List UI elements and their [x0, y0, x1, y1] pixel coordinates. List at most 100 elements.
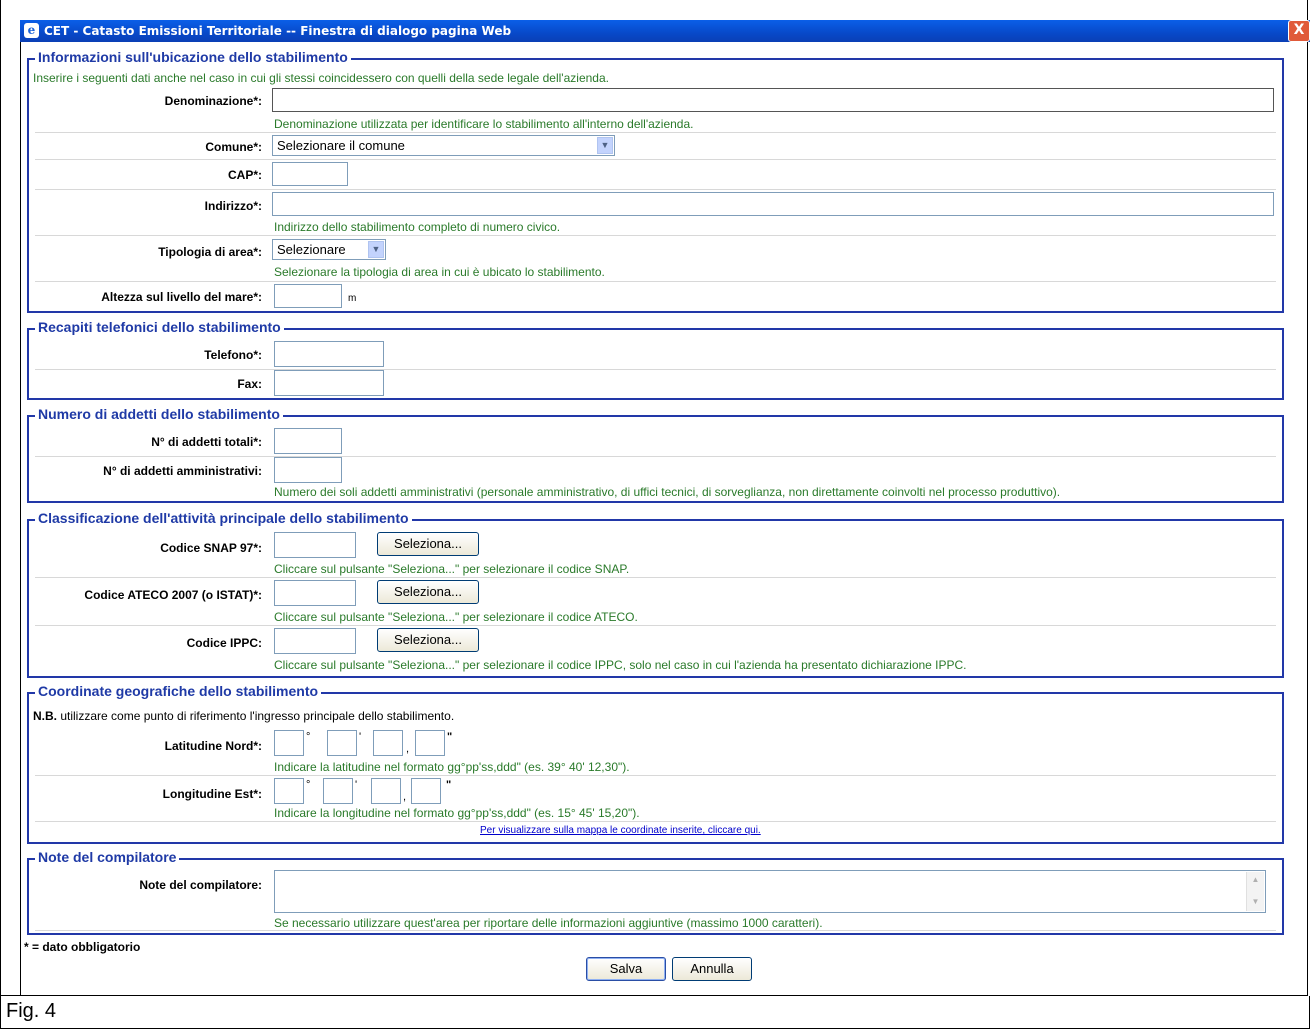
addetti-totali-input[interactable]: [274, 428, 342, 454]
scroll-up-icon[interactable]: ▲: [1247, 872, 1264, 888]
comune-select-value: Selezionare il comune: [277, 138, 405, 153]
row-fax: Fax:: [35, 369, 1276, 397]
scroll-down-icon[interactable]: ▼: [1247, 894, 1264, 910]
map-link[interactable]: Per visualizzare sulla mappa le coordina…: [480, 825, 761, 836]
row-addetti-amministrativi: N° di addetti amministrativi: Numero dei…: [35, 456, 1276, 500]
lat-minutes-input[interactable]: [327, 730, 357, 756]
lon-minute-symbol: ': [355, 779, 358, 791]
denominazione-input[interactable]: [272, 88, 1274, 112]
chevron-down-icon: ▼: [368, 241, 384, 258]
altezza-input[interactable]: [274, 284, 342, 308]
latitudine-label: Latitudine Nord*:: [164, 739, 262, 753]
coordinates-note: N.B. utilizzare come punto di riferiment…: [33, 709, 454, 723]
section-notes-legend: Note del compilatore: [35, 849, 180, 865]
snap-hint: Cliccare sul pulsante "Seleziona..." per…: [274, 562, 630, 576]
indirizzo-label: Indirizzo*:: [204, 199, 262, 213]
ateco-select-button[interactable]: Seleziona...: [377, 580, 479, 604]
fax-label: Fax:: [237, 377, 262, 391]
section-classification-legend: Classificazione dell'attività principale…: [35, 510, 412, 526]
tipologia-select-value: Selezionare: [277, 242, 346, 257]
figure-caption: Fig. 4: [0, 996, 1310, 1029]
section-location-intro: Inserire i seguenti dati anche nel caso …: [33, 71, 609, 85]
telefono-input[interactable]: [274, 341, 384, 367]
row-addetti-totali: N° di addetti totali*:: [35, 426, 1276, 457]
lat-seconds-input[interactable]: [373, 730, 403, 756]
indirizzo-hint: Indirizzo dello stabilimento completo di…: [274, 220, 561, 234]
section-classification: Classificazione dell'attività principale…: [27, 510, 1284, 678]
tipologia-select[interactable]: Selezionare ▼: [272, 239, 386, 260]
ippc-input[interactable]: [274, 628, 356, 654]
lon-minutes-input[interactable]: [323, 778, 353, 804]
altezza-label: Altezza sul livello del mare*:: [101, 290, 262, 304]
snap-input[interactable]: [274, 532, 356, 558]
section-location: Informazioni sull'ubicazione dello stabi…: [27, 49, 1284, 313]
note-textarea[interactable]: ▲ ▼: [274, 870, 1266, 913]
cancel-button[interactable]: Annulla: [672, 957, 752, 981]
longitudine-hint: Indicare la longitudine nel formato gg°p…: [274, 806, 640, 820]
row-comune: Comune*: Selezionare il comune ▼: [35, 132, 1276, 160]
telefono-label: Telefono*:: [204, 348, 262, 362]
comune-label: Comune*:: [205, 140, 262, 154]
cap-input[interactable]: [272, 162, 348, 186]
ateco-input[interactable]: [274, 580, 356, 606]
row-denominazione: Denominazione*: Denominazione utilizzata…: [35, 86, 1276, 133]
coordinates-note-text: utilizzare come punto di riferimento l'i…: [57, 709, 455, 723]
section-employees: Numero di addetti dello stabilimento N° …: [27, 406, 1284, 503]
lon-second-symbol: ": [446, 779, 452, 791]
addetti-totali-label: N° di addetti totali*:: [151, 435, 262, 449]
latitudine-hint: Indicare la latitudine nel formato gg°pp…: [274, 760, 630, 774]
lat-degrees-input[interactable]: [274, 730, 304, 756]
lat-decimal-input[interactable]: [415, 730, 445, 756]
tipologia-hint: Selezionare la tipologia di area in cui …: [274, 265, 605, 279]
ippc-select-button[interactable]: Seleziona...: [377, 628, 479, 652]
section-coordinates-legend: Coordinate geografiche dello stabiliment…: [35, 683, 322, 699]
comune-select[interactable]: Selezionare il comune ▼: [272, 135, 615, 156]
section-coordinates: Coordinate geografiche dello stabiliment…: [27, 683, 1284, 844]
ippc-label: Codice IPPC:: [186, 636, 262, 650]
longitudine-label: Longitudine Est*:: [162, 787, 262, 801]
ateco-hint: Cliccare sul pulsante "Seleziona..." per…: [274, 610, 638, 624]
row-cap: CAP*:: [35, 159, 1276, 190]
snap-label: Codice SNAP 97*:: [160, 541, 262, 555]
dialog-left-border: [20, 42, 21, 996]
lat-second-symbol: ": [447, 731, 453, 743]
lon-decimal-input[interactable]: [411, 778, 441, 804]
row-tipologia: Tipologia di area*: Selezionare ▼ Selezi…: [35, 235, 1276, 282]
note-scrollbar[interactable]: ▲ ▼: [1246, 872, 1264, 911]
indirizzo-input[interactable]: [272, 192, 1274, 216]
fax-input[interactable]: [274, 370, 384, 396]
chevron-down-icon: ▼: [597, 137, 613, 154]
row-telefono: Telefono*:: [35, 339, 1276, 370]
row-note: Note del compilatore: ▲ ▼ Se necessario …: [35, 868, 1276, 931]
lat-degree-symbol: °: [306, 731, 311, 743]
row-indirizzo: Indirizzo*: Indirizzo dello stabilimento…: [35, 189, 1276, 236]
row-ippc: Codice IPPC: Seleziona... Cliccare sul p…: [35, 625, 1276, 675]
lon-degree-symbol: °: [306, 779, 311, 791]
snap-select-button[interactable]: Seleziona...: [377, 532, 479, 556]
close-icon[interactable]: X: [1288, 20, 1310, 42]
note-label: Note del compilatore:: [139, 878, 262, 892]
required-note: * = dato obbligatorio: [24, 940, 141, 954]
save-button[interactable]: Salva: [586, 957, 666, 981]
section-employees-legend: Numero di addetti dello stabilimento: [35, 406, 283, 422]
ie-icon: e: [24, 23, 39, 38]
window-title: CET - Catasto Emissioni Territoriale -- …: [44, 24, 512, 38]
row-longitudine: Longitudine Est*: ° ' , " Indicare la lo…: [35, 775, 1276, 822]
addetti-amministrativi-hint: Numero dei soli addetti amministrativi (…: [274, 485, 1061, 499]
note-hint: Se necessario utilizzare quest'area per …: [274, 916, 823, 930]
tipologia-label: Tipologia di area*:: [158, 245, 262, 259]
lon-seconds-input[interactable]: [371, 778, 401, 804]
addetti-amministrativi-input[interactable]: [274, 457, 342, 483]
section-notes: Note del compilatore Note del compilator…: [27, 849, 1284, 935]
lon-degrees-input[interactable]: [274, 778, 304, 804]
denominazione-label: Denominazione*:: [164, 94, 262, 108]
denominazione-hint: Denominazione utilizzata per identificar…: [274, 117, 694, 131]
coordinates-note-nb: N.B.: [33, 709, 57, 723]
altezza-unit: m: [348, 293, 357, 304]
row-snap: Codice SNAP 97*: Seleziona... Cliccare s…: [35, 530, 1276, 578]
addetti-amministrativi-label: N° di addetti amministrativi:: [103, 464, 262, 478]
lat-comma-symbol: ,: [406, 743, 410, 755]
lat-minute-symbol: ': [359, 731, 362, 743]
section-phones-legend: Recapiti telefonici dello stabilimento: [35, 319, 284, 335]
cap-label: CAP*:: [227, 168, 262, 182]
